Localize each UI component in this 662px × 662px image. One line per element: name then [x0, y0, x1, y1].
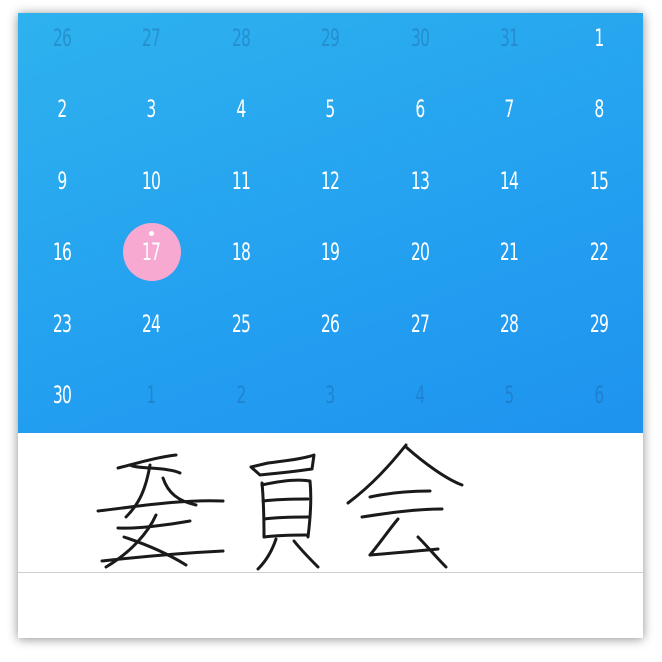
- day-cell[interactable]: 11: [219, 156, 262, 206]
- day-cell[interactable]: 2: [219, 370, 262, 420]
- day-cell[interactable]: 4: [219, 84, 262, 134]
- day-cell[interactable]: 15: [577, 156, 620, 206]
- day-cell[interactable]: 28: [219, 13, 262, 63]
- day-cell[interactable]: 4: [398, 370, 441, 420]
- week-row: 9 10 11 12 13 14 15: [18, 156, 643, 206]
- day-cell[interactable]: 30: [398, 13, 441, 63]
- day-cell[interactable]: 21: [487, 227, 530, 277]
- day-cell[interactable]: 14: [487, 156, 530, 206]
- day-cell[interactable]: 7: [487, 84, 530, 134]
- day-cell[interactable]: 29: [308, 13, 351, 63]
- day-cell[interactable]: 30: [40, 370, 83, 420]
- day-cell[interactable]: 13: [398, 156, 441, 206]
- day-cell[interactable]: 31: [487, 13, 530, 63]
- day-cell[interactable]: 5: [308, 84, 351, 134]
- day-cell[interactable]: 3: [129, 84, 172, 134]
- day-cell[interactable]: 16: [40, 227, 83, 277]
- day-cell[interactable]: 26: [40, 13, 83, 63]
- day-cell[interactable]: 1: [129, 370, 172, 420]
- day-cell[interactable]: 28: [487, 299, 530, 349]
- day-cell[interactable]: 9: [40, 156, 83, 206]
- footer-area: [18, 573, 643, 638]
- day-cell[interactable]: 5: [487, 370, 530, 420]
- handwriting-strokes: [96, 443, 464, 571]
- day-cell[interactable]: 6: [398, 84, 441, 134]
- day-cell[interactable]: 22: [577, 227, 620, 277]
- day-cell[interactable]: 3: [308, 370, 351, 420]
- day-cell[interactable]: 24: [129, 299, 172, 349]
- day-cell[interactable]: 6: [577, 370, 620, 420]
- day-cell[interactable]: 10: [129, 156, 172, 206]
- day-cell[interactable]: 12: [308, 156, 351, 206]
- day-cell[interactable]: 25: [219, 299, 262, 349]
- day-cell[interactable]: 20: [398, 227, 441, 277]
- week-row: 2345678: [18, 84, 643, 134]
- calendar-card: 26 27 28 29 30 31 1 2 3 4 5 6 7 8 9 10 11 12 13 14 15 16 17 18 1…: [18, 13, 643, 638]
- handwriting-note-area[interactable]: [18, 433, 643, 573]
- day-cell[interactable]: 29: [577, 299, 620, 349]
- day-cell[interactable]: 26: [308, 299, 351, 349]
- week-row: 16 17 18 19 20 21 22: [18, 227, 643, 277]
- day-cell[interactable]: 18: [219, 227, 262, 277]
- day-cell[interactable]: 19: [308, 227, 351, 277]
- day-cell[interactable]: 23: [40, 299, 83, 349]
- week-row: 23 24 25 26 27 28 29: [18, 299, 643, 349]
- page: 26 27 28 29 30 31 1 2 3 4 5 6 7 8 9 10 11 12 13 14 15 16 17 18 1…: [0, 0, 662, 662]
- day-cell[interactable]: 27: [398, 299, 441, 349]
- day-cell[interactable]: 1: [577, 13, 620, 63]
- day-cell[interactable]: 2: [40, 84, 83, 134]
- week-row: 26 27 28 29 30 31 1: [18, 13, 643, 63]
- day-cell[interactable]: 8: [577, 84, 620, 134]
- week-row: 30 1 2 3 4 5 6: [18, 370, 643, 420]
- month-grid: 26 27 28 29 30 31 1 2 3 4 5 6 7 8 9 10 11 12 13 14 15 16 17 18 1…: [18, 13, 643, 433]
- day-cell[interactable]: 17: [129, 227, 172, 277]
- day-cell[interactable]: 27: [129, 13, 172, 63]
